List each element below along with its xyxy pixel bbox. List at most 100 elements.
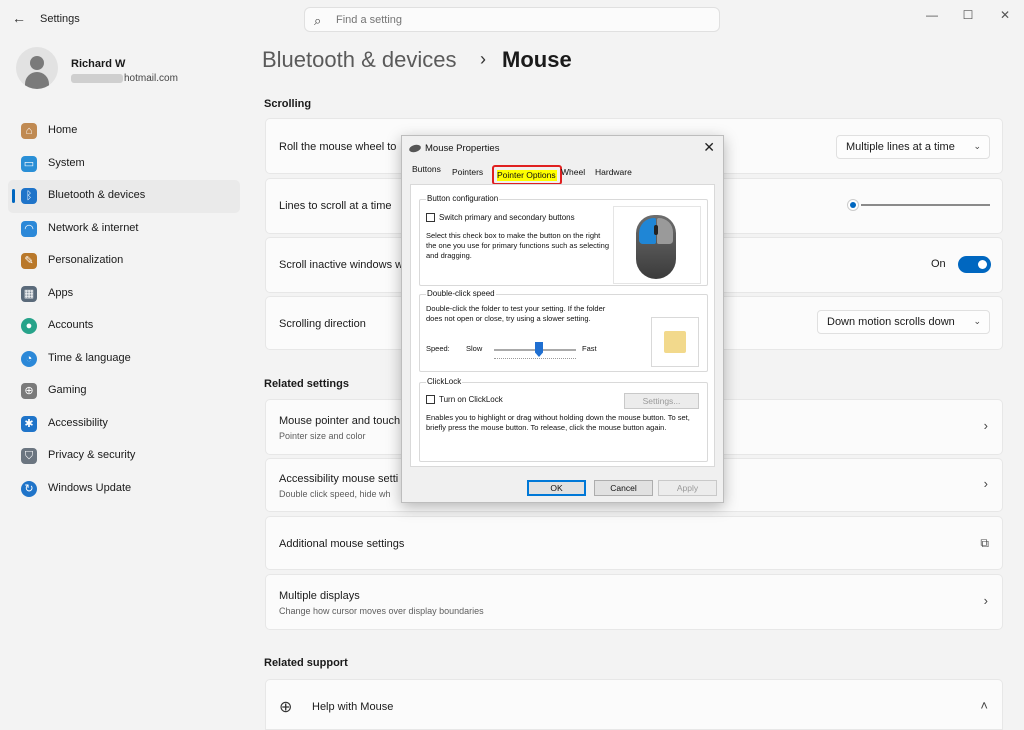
sidebar-item-label: Accounts (48, 319, 94, 331)
test-folder[interactable] (651, 317, 699, 367)
app-title: Settings (40, 13, 80, 25)
chevron-right-icon: › (983, 593, 988, 608)
wifi-icon: ◠ (21, 220, 37, 237)
section-title-related-support: Related support (264, 657, 348, 669)
accessibility-icon: ✱ (21, 415, 37, 432)
tab-buttons[interactable]: Buttons (412, 164, 441, 174)
help-with-mouse-card[interactable]: ⊕ Help with Mouse ˄ (265, 679, 1003, 730)
sidebar-item-label: Apps (48, 286, 74, 299)
accessibility-mouse-title: Accessibility mouse setti (279, 473, 399, 485)
mouse-image (613, 206, 701, 284)
button-config-title: Button configuration (426, 194, 500, 203)
tab-pointers[interactable]: Pointers (452, 167, 483, 177)
redacted-blur (71, 73, 123, 83)
clicklock-title: ClickLock (426, 377, 463, 386)
sidebar-item-label: Personalization (48, 254, 124, 266)
chevron-up-icon[interactable]: ˄ (980, 698, 988, 713)
back-arrow-icon[interactable]: ← (12, 10, 28, 26)
title-bar: ← Settings ⌕ — ☐ ✕ (0, 0, 1024, 40)
clicklock-checkbox[interactable] (426, 395, 435, 404)
tab-wheel[interactable]: Wheel (561, 167, 585, 177)
tab-pointer-options[interactable]: Pointer Options (492, 165, 562, 185)
gamepad-icon: ⊕ (21, 383, 37, 399)
search-box[interactable]: ⌕ (304, 7, 720, 32)
speed-slider-ticks (494, 358, 576, 360)
multiple-displays-subtitle: Change how cursor moves over display bou… (279, 606, 484, 616)
switch-buttons-label: Switch primary and secondary buttons (439, 213, 575, 222)
chevron-down-icon: ⌄ (973, 316, 981, 326)
button-config-group: Button configuration Switch primary and … (419, 194, 708, 286)
sidebar-item-label: System (48, 156, 85, 169)
open-external-icon: ⧉ (980, 536, 989, 550)
clicklock-settings-button[interactable]: Settings... (624, 393, 699, 409)
additional-mouse-settings-card[interactable]: Additional mouse settings ⧉ (265, 516, 1003, 570)
chevron-right-icon: › (983, 476, 988, 491)
brush-icon: ✎ (21, 253, 37, 269)
user-email: hotmail.com (71, 73, 178, 84)
minimize-button[interactable]: — (920, 6, 944, 24)
double-click-group: Double-click speed Double-click the fold… (419, 289, 708, 372)
home-icon: ⌂ (21, 123, 37, 139)
roll-wheel-dropdown[interactable]: Multiple lines at a time ⌄ (836, 135, 990, 159)
section-title-scrolling: Scrolling (264, 98, 312, 110)
apply-button[interactable]: Apply (658, 480, 717, 496)
double-click-desc: Double-click the folder to test your set… (426, 304, 606, 323)
mouse-icon (408, 143, 422, 154)
breadcrumb-chevron-icon: › (480, 49, 486, 69)
maximize-button[interactable]: ☐ (956, 6, 980, 24)
scroll-direction-value: Down motion scrolls down (827, 316, 955, 328)
folder-icon (664, 331, 686, 353)
roll-wheel-label: Roll the mouse wheel to (279, 141, 397, 153)
sidebar-item-label: Home (48, 124, 78, 136)
scroll-inactive-label: Scroll inactive windows w (279, 259, 404, 271)
sidebar-item-label: Time & language (48, 351, 131, 364)
sidebar-item-privacy[interactable]: ⛉ Privacy & security (8, 440, 240, 473)
accessibility-mouse-subtitle: Double click speed, hide wh (279, 489, 391, 499)
active-indicator (12, 189, 15, 203)
tab-pointer-options-label: Pointer Options (497, 170, 556, 180)
tab-hardware[interactable]: Hardware (595, 167, 632, 177)
ok-button[interactable]: OK (527, 480, 586, 496)
sidebar-item-system[interactable]: ▭ System (8, 148, 240, 181)
scroll-direction-label: Scrolling direction (279, 318, 366, 330)
sidebar-item-network[interactable]: ◠ Network & internet (8, 213, 240, 246)
speed-slow-label: Slow (466, 344, 483, 353)
sidebar-item-label: Accessibility (48, 416, 108, 429)
system-icon: ▭ (21, 155, 37, 172)
dialog-title: Mouse Properties (425, 143, 500, 154)
cancel-button[interactable]: Cancel (594, 480, 653, 496)
sidebar-item-personalization[interactable]: ✎ Personalization (8, 245, 240, 278)
avatar[interactable] (16, 47, 58, 89)
breadcrumb-parent[interactable]: Bluetooth & devices (262, 47, 456, 73)
sidebar-item-accessibility[interactable]: ✱ Accessibility (8, 408, 240, 441)
sidebar-item-label: Gaming (48, 384, 87, 396)
lines-scroll-slider-track[interactable] (861, 204, 990, 206)
sidebar-item-gaming[interactable]: ⊕ Gaming (8, 375, 240, 408)
clicklock-label: Turn on ClickLock (439, 395, 503, 404)
sidebar-item-bluetooth[interactable]: ᛒ Bluetooth & devices (8, 180, 240, 213)
sidebar-item-home[interactable]: ⌂ Home (8, 115, 240, 148)
close-window-button[interactable]: ✕ (993, 6, 1017, 24)
lines-scroll-slider-thumb[interactable] (847, 199, 859, 211)
sidebar-item-time-language[interactable]: ◔ Time & language (8, 343, 240, 376)
sidebar-nav: ⌂ Home ▭ System ᛒ Bluetooth & devices ◠ Netw… (8, 115, 240, 505)
multiple-displays-card[interactable]: Multiple displays Change how cursor move… (265, 574, 1003, 630)
switch-buttons-checkbox[interactable] (426, 213, 435, 222)
sidebar-item-apps[interactable]: ▦ Apps (8, 278, 240, 311)
scroll-inactive-toggle[interactable] (958, 256, 991, 273)
speed-fast-label: Fast (582, 344, 597, 353)
chevron-down-icon: ⌄ (973, 141, 981, 151)
sidebar-item-windows-update[interactable]: ↻ Windows Update (8, 473, 240, 506)
dialog-close-icon[interactable]: ✕ (703, 139, 715, 156)
speed-label: Speed: (426, 344, 450, 353)
scroll-direction-dropdown[interactable]: Down motion scrolls down ⌄ (817, 310, 990, 334)
speed-slider-thumb[interactable] (535, 342, 543, 357)
globe-clock-icon: ◔ (21, 350, 37, 367)
search-input[interactable] (336, 12, 706, 28)
button-config-desc: Select this check box to make the button… (426, 231, 610, 260)
page-title: Mouse (502, 47, 572, 72)
clicklock-group: ClickLock Turn on ClickLock Settings... … (419, 377, 708, 462)
sidebar-item-accounts[interactable]: ● Accounts (8, 310, 240, 343)
mouse-illustration-icon (636, 215, 676, 279)
update-icon: ↻ (21, 480, 37, 497)
